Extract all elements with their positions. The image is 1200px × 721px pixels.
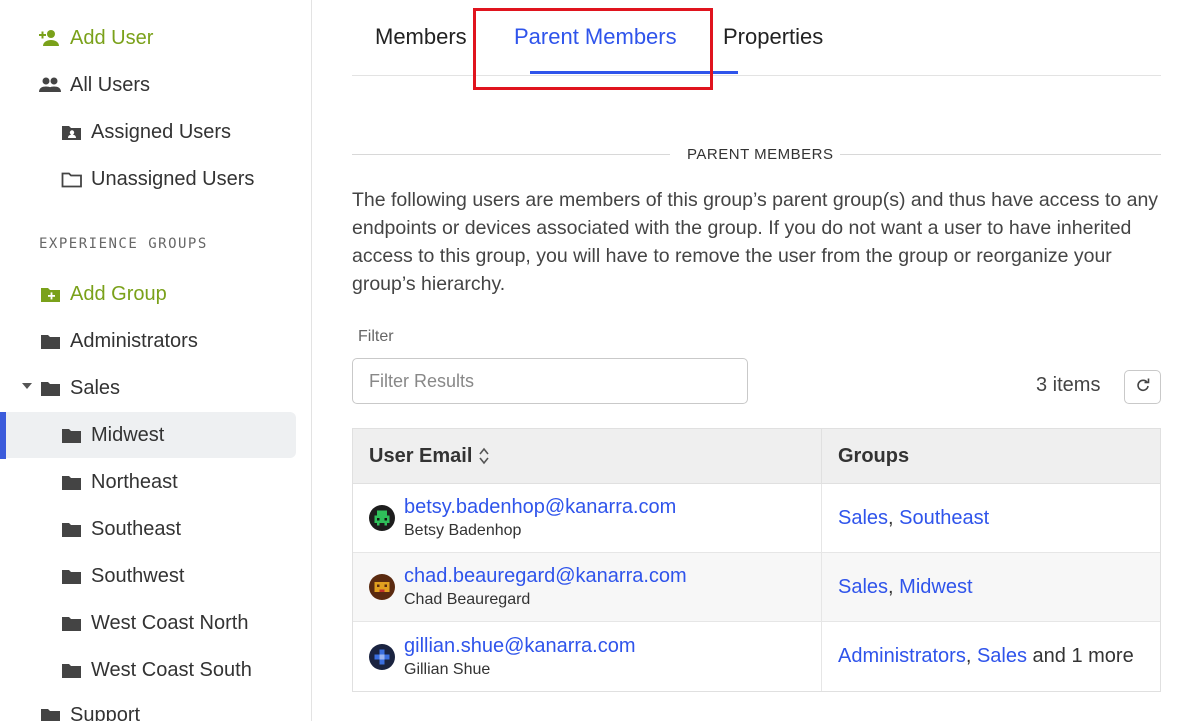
highlight-annotation-box	[473, 8, 713, 90]
sidebar-item-label: West Coast South	[91, 658, 252, 681]
folder-icon	[39, 378, 61, 398]
user-email-link[interactable]: gillian.shue@kanarra.com	[404, 633, 636, 659]
user-name: Betsy Badenhop	[404, 522, 522, 539]
divider	[352, 154, 670, 155]
add-group-label: Add Group	[70, 282, 167, 305]
table-row: chad.beauregard@kanarra.com Chad Beaureg…	[353, 553, 1160, 622]
sidebar-item-label: Administrators	[70, 329, 198, 352]
folder-icon	[60, 519, 82, 539]
sidebar-item-label: Midwest	[91, 423, 165, 446]
main-panel: Members Parent Members Properties PARENT…	[312, 0, 1200, 721]
divider	[840, 154, 1161, 155]
sidebar-item-sales[interactable]: Sales	[39, 365, 120, 411]
sidebar: Add User All Users Assigned Users Unassi…	[0, 0, 312, 721]
add-group-button[interactable]: Add Group	[39, 271, 167, 317]
section-title: PARENT MEMBERS	[687, 146, 834, 163]
add-user-button[interactable]: Add User	[39, 15, 153, 61]
group-link[interactable]: Sales	[838, 507, 888, 530]
column-label: User Email	[369, 444, 473, 467]
groups-cell: Sales, Southeast	[838, 506, 990, 530]
folder-icon	[60, 660, 82, 680]
folder-outline-icon	[60, 169, 82, 189]
groups-cell: Sales, Midwest	[838, 575, 973, 599]
sidebar-item-label: Support	[70, 703, 141, 721]
table-header: User Email Groups	[353, 429, 1160, 484]
group-link[interactable]: Southeast	[899, 507, 989, 530]
sidebar-item-label: West Coast North	[91, 611, 249, 634]
item-count: 3 items	[1036, 374, 1101, 396]
refresh-button[interactable]	[1124, 370, 1161, 404]
tab-properties[interactable]: Properties	[723, 24, 823, 50]
sidebar-item-label: Sales	[70, 376, 121, 399]
folder-icon	[39, 705, 61, 721]
groups-cell: Administrators, Sales and 1 more	[838, 645, 1134, 668]
sidebar-item-label: Southwest	[91, 564, 185, 587]
sidebar-item-assigned-users[interactable]: Assigned Users	[60, 109, 231, 155]
table-row: betsy.badenhop@kanarra.com Betsy Badenho…	[353, 484, 1160, 553]
expand-caret-icon[interactable]	[22, 383, 32, 389]
experience-groups-heading: EXPERIENCE GROUPS	[39, 236, 208, 252]
column-header-groups: Groups	[838, 444, 910, 467]
folder-icon	[60, 566, 82, 586]
sidebar-item-label: Southeast	[91, 517, 182, 540]
sidebar-item-label: Unassigned Users	[91, 167, 255, 190]
group-link[interactable]: Sales	[838, 576, 888, 599]
user-name: Gillian Shue	[404, 660, 491, 678]
sidebar-item-administrators[interactable]: Administrators	[39, 318, 198, 364]
avatar	[369, 574, 395, 600]
group-link[interactable]: Midwest	[899, 576, 972, 599]
add-folder-icon	[39, 284, 61, 304]
group-link[interactable]: Sales	[977, 645, 1027, 668]
user-email-link[interactable]: chad.beauregard@kanarra.com	[404, 563, 687, 589]
table-row: gillian.shue@kanarra.com Gillian Shue Ad…	[353, 622, 1160, 691]
folder-icon	[60, 472, 82, 492]
folder-icon	[39, 331, 61, 351]
sidebar-item-support[interactable]: Support	[39, 692, 140, 721]
sidebar-item-northeast[interactable]: Northeast	[60, 459, 178, 505]
filter-input[interactable]	[352, 358, 748, 404]
users-icon	[39, 75, 61, 95]
refresh-icon	[1136, 378, 1150, 397]
add-user-label: Add User	[70, 26, 154, 49]
add-user-icon	[39, 28, 61, 48]
sidebar-item-label: Assigned Users	[91, 120, 232, 143]
folder-user-icon	[60, 122, 82, 142]
parent-members-table: User Email Groups betsy.badenhop@kanarra…	[352, 428, 1161, 692]
group-link[interactable]: Administrators	[838, 645, 966, 668]
more-groups-text[interactable]: and 1 more	[1033, 645, 1134, 668]
section-description: The following users are members of this …	[352, 189, 1159, 295]
sidebar-item-southeast[interactable]: Southeast	[60, 506, 181, 552]
sidebar-item-label: All Users	[70, 73, 151, 96]
avatar	[369, 505, 395, 531]
sidebar-item-west-coast-south[interactable]: West Coast South	[60, 647, 252, 693]
sidebar-item-midwest[interactable]: Midwest	[6, 412, 296, 458]
sidebar-item-unassigned-users[interactable]: Unassigned Users	[60, 156, 254, 202]
user-email-link[interactable]: betsy.badenhop@kanarra.com	[404, 494, 676, 520]
sidebar-item-label: Northeast	[91, 470, 178, 493]
filter-label: Filter	[358, 328, 394, 345]
column-header-user-email[interactable]: User Email	[353, 429, 822, 483]
avatar	[369, 643, 395, 670]
tab-members[interactable]: Members	[375, 24, 467, 50]
sort-icon[interactable]	[478, 446, 490, 466]
sidebar-item-west-coast-north[interactable]: West Coast North	[60, 600, 248, 646]
folder-icon	[60, 425, 82, 445]
sidebar-item-southwest[interactable]: Southwest	[60, 553, 184, 599]
sidebar-item-all-users[interactable]: All Users	[39, 62, 150, 108]
user-name: Chad Beauregard	[404, 591, 531, 608]
folder-icon	[60, 613, 82, 633]
